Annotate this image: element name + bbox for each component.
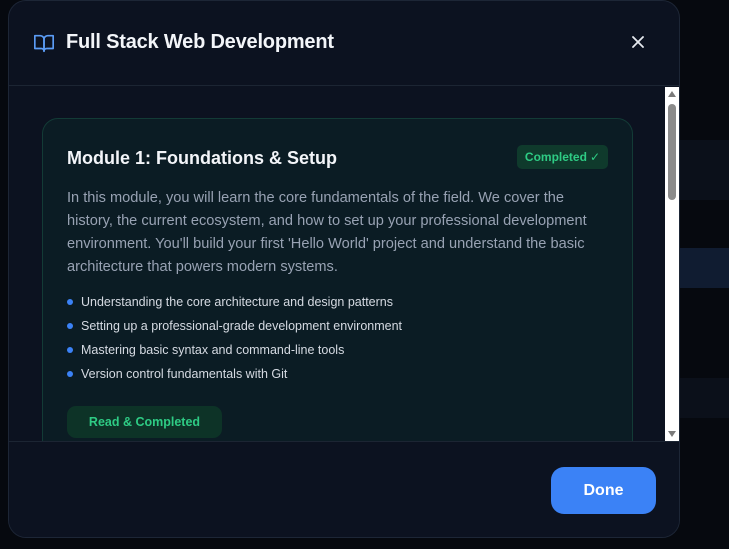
list-item: Setting up a professional-grade developm…: [67, 318, 402, 342]
done-button[interactable]: Done: [551, 467, 656, 514]
background-panel: [680, 140, 729, 200]
bullet-icon: [67, 371, 73, 377]
list-item: Understanding the core architecture and …: [67, 294, 402, 318]
scroll-thumb[interactable]: [668, 104, 676, 200]
list-item: Version control fundamentals with Git: [67, 366, 402, 390]
bullet-icon: [67, 323, 73, 329]
read-completed-button[interactable]: Read & Completed: [67, 406, 222, 438]
bullet-icon: [67, 347, 73, 353]
modal-footer: Done: [9, 441, 679, 537]
modal-body[interactable]: Module 1: Foundations & Setup Completed …: [9, 87, 679, 441]
module-description: In this module, you will learn the core …: [67, 190, 587, 275]
topic-label: Mastering basic syntax and command-line …: [81, 343, 345, 357]
scroll-down-icon[interactable]: [668, 431, 676, 437]
module-title: Module 1: Foundations & Setup: [67, 148, 337, 168]
background-panel: [680, 378, 729, 418]
status-badge: Completed ✓: [516, 145, 608, 169]
topic-label: Setting up a professional-grade developm…: [81, 319, 403, 333]
background-highlight-strip: [680, 248, 729, 288]
modal-title: Full Stack Web Development: [66, 31, 334, 53]
course-modal: Full Stack Web Development Module 1: Fou…: [8, 0, 680, 538]
close-button[interactable]: [625, 31, 651, 57]
status-label: Completed: [524, 150, 587, 164]
module-card: Module 1: Foundations & Setup Completed …: [42, 118, 633, 441]
scroll-up-icon[interactable]: [668, 91, 676, 97]
scrollbar[interactable]: [665, 87, 679, 441]
check-icon: ✓: [589, 150, 600, 164]
topic-label: Version control fundamentals with Git: [81, 367, 288, 381]
bullet-icon: [67, 299, 73, 305]
topic-list: Understanding the core architecture and …: [67, 294, 402, 390]
modal-header: Full Stack Web Development: [9, 1, 679, 86]
book-open-icon: [33, 32, 55, 54]
list-item: Mastering basic syntax and command-line …: [67, 342, 402, 366]
topic-label: Understanding the core architecture and …: [81, 295, 393, 309]
close-icon: [630, 34, 646, 55]
